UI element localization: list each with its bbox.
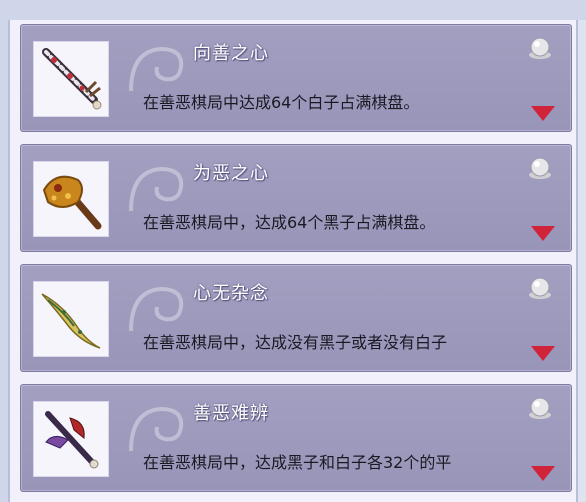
achievement-title: 心无杂念 xyxy=(193,283,269,304)
achievement-card[interactable]: 为恶之心 在善恶棋局中，达成64个黑子占满棋盘。 xyxy=(20,144,572,252)
expand-arrow-icon[interactable] xyxy=(529,103,557,123)
achievement-description: 在善恶棋局中，达成黑子和白子各32个的平 xyxy=(143,453,452,472)
golden-hammer-icon xyxy=(33,161,109,237)
achievement-description: 在善恶棋局中，达成没有黑子或者没有白子 xyxy=(143,333,448,352)
red-purple-axe-icon xyxy=(33,401,109,477)
white-spotted-sword-icon xyxy=(33,41,109,117)
jade-dagger-icon xyxy=(33,281,109,357)
expand-arrow-icon[interactable] xyxy=(529,463,557,483)
pearl-icon xyxy=(529,157,551,179)
pearl-icon xyxy=(529,37,551,59)
achievement-title: 善恶难辨 xyxy=(193,403,269,424)
expand-arrow-icon[interactable] xyxy=(529,343,557,363)
achievement-title: 为恶之心 xyxy=(193,163,269,184)
expand-arrow-icon[interactable] xyxy=(529,223,557,243)
achievement-card[interactable]: 心无杂念 在善恶棋局中，达成没有黑子或者没有白子 xyxy=(20,264,572,372)
pearl-icon xyxy=(529,277,551,299)
pearl-icon xyxy=(529,397,551,419)
achievement-title: 向善之心 xyxy=(193,43,269,64)
achievement-card[interactable]: 向善之心 在善恶棋局中达成64个白子占满棋盘。 xyxy=(20,24,572,132)
scrollbar[interactable] xyxy=(578,20,586,502)
achievement-panel: 向善之心 在善恶棋局中达成64个白子占满棋盘。 为恶之心 在善恶棋局中，达成64… xyxy=(8,20,578,502)
achievement-description: 在善恶棋局中，达成64个黑子占满棋盘。 xyxy=(143,213,436,232)
achievement-description: 在善恶棋局中达成64个白子占满棋盘。 xyxy=(143,93,420,112)
achievement-card[interactable]: 善恶难辨 在善恶棋局中，达成黑子和白子各32个的平 xyxy=(20,384,572,492)
